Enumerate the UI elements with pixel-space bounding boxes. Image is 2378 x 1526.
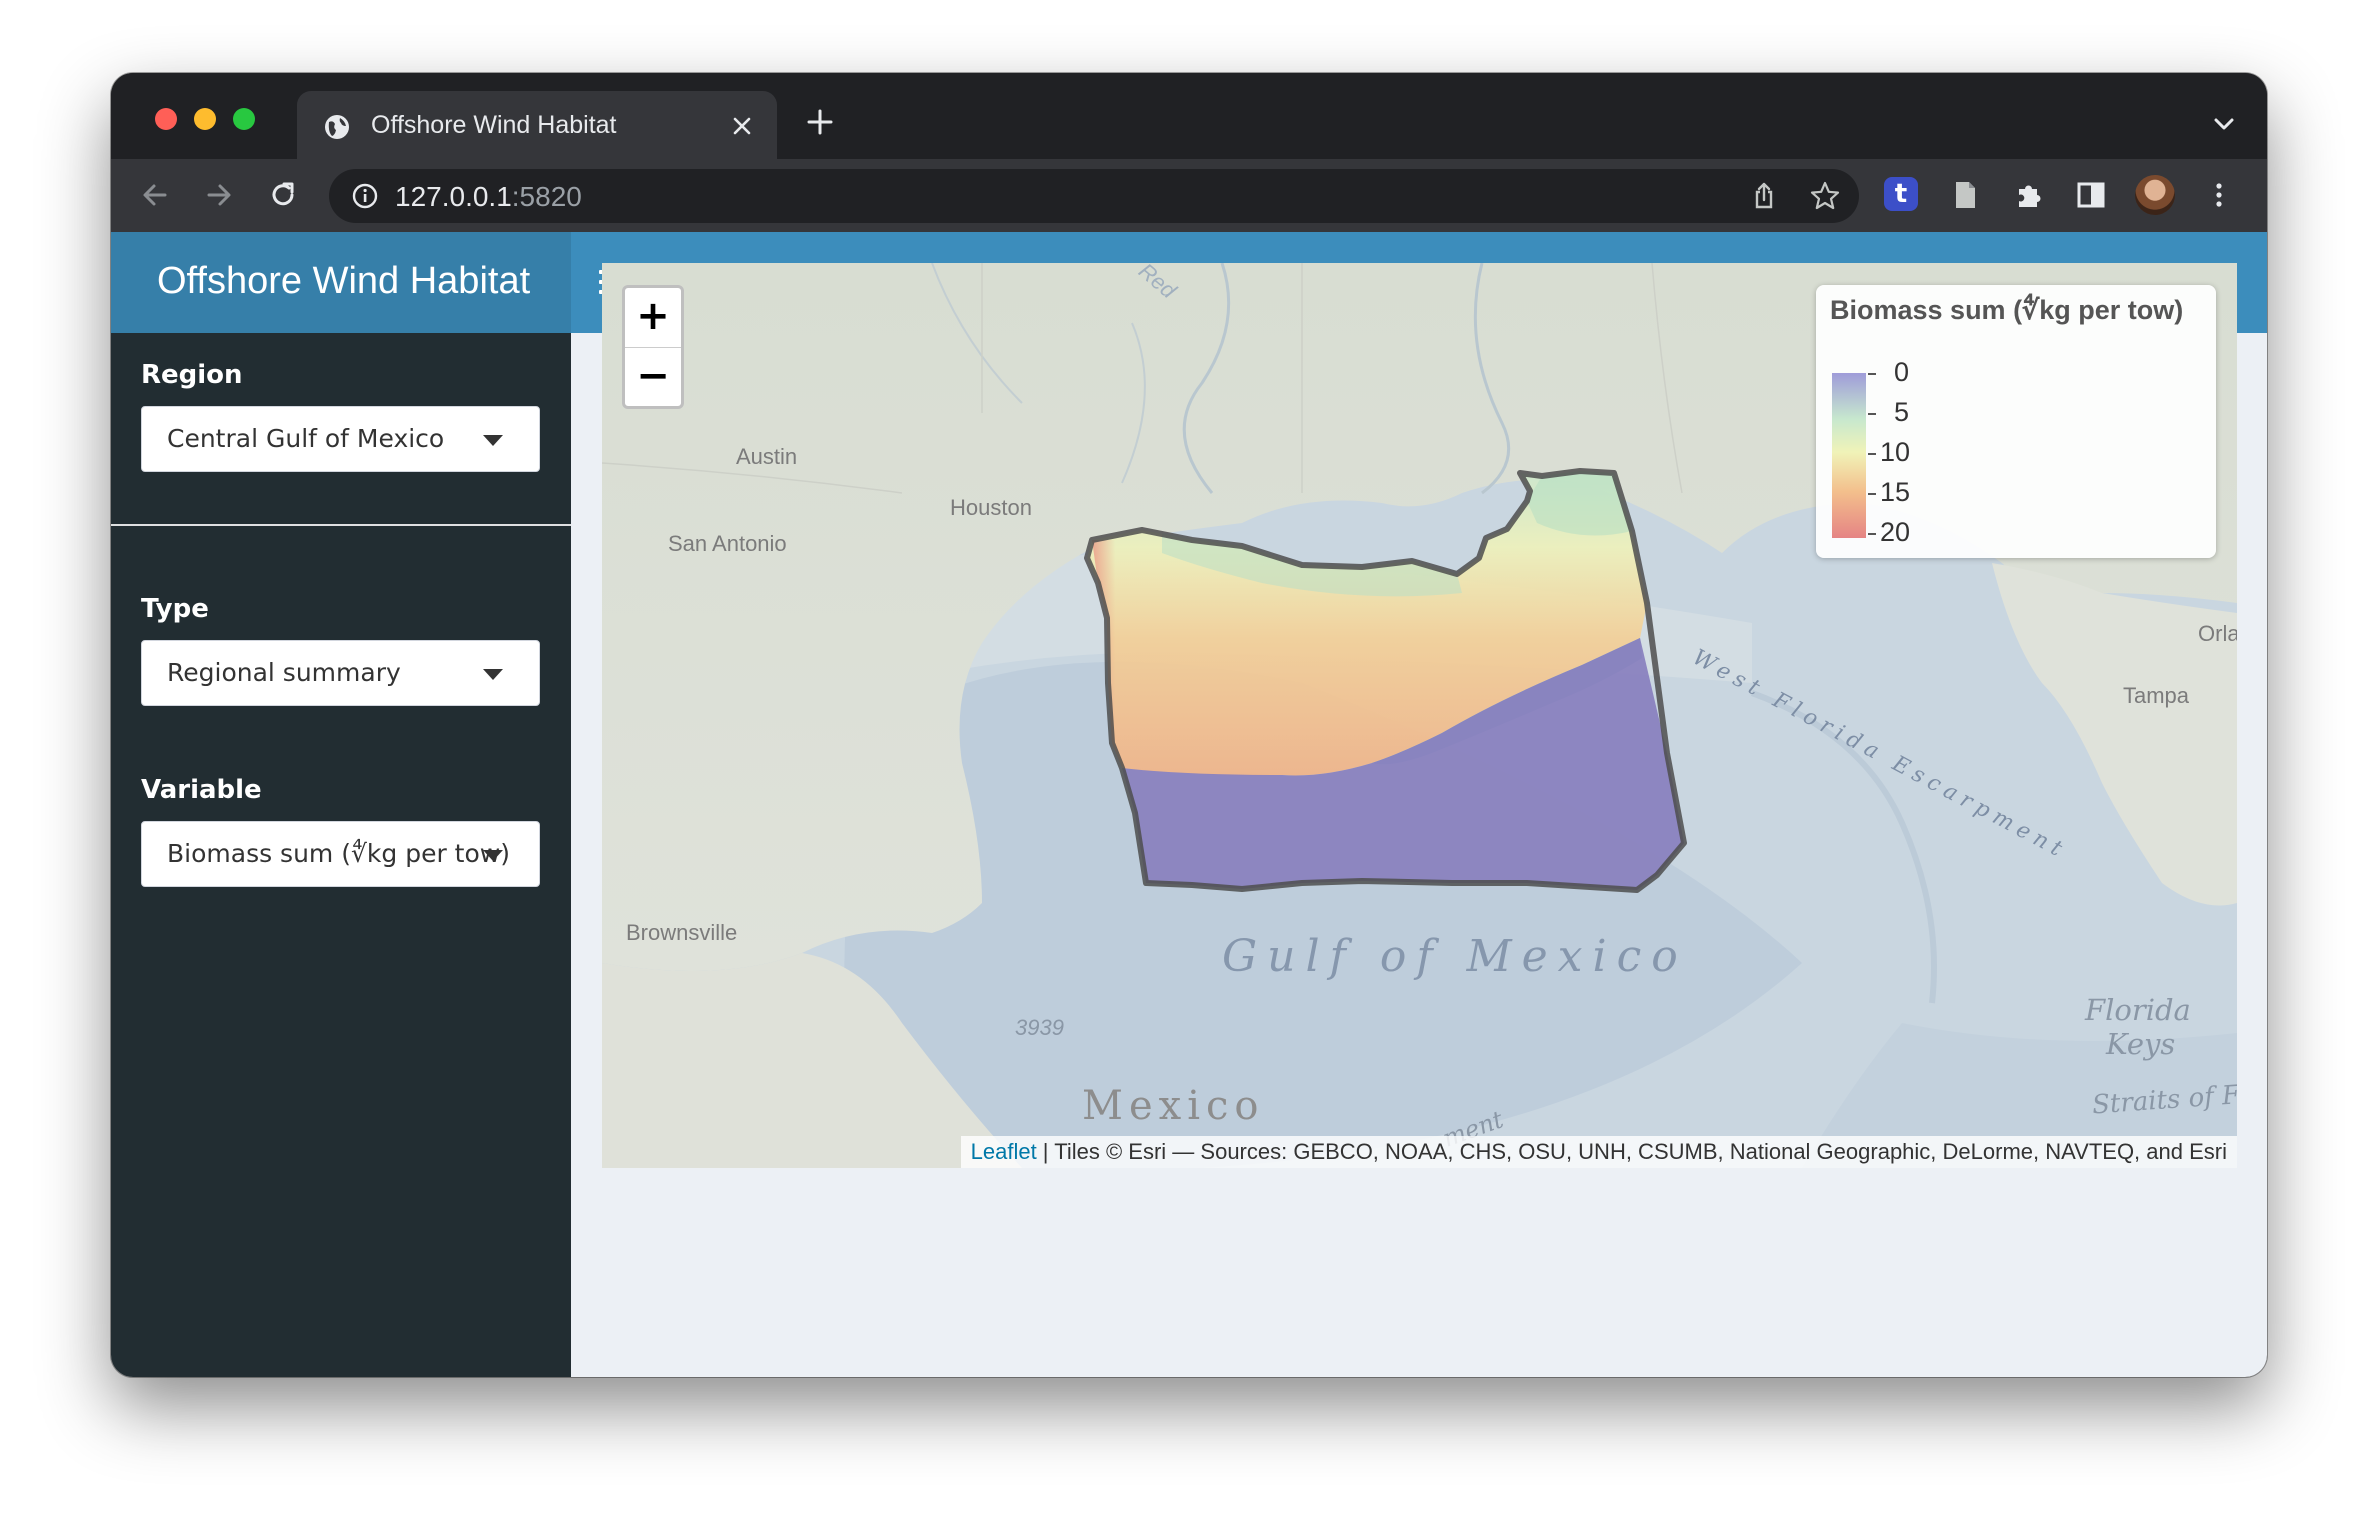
map-label-florida: Florida [2085, 993, 2191, 1027]
reload-icon[interactable] [267, 179, 299, 211]
zoom-out-button[interactable]: − [625, 348, 681, 406]
sidebar-divider [111, 524, 571, 526]
type-select[interactable]: Regional summary [141, 640, 540, 706]
sidebar: Region Central Gulf of Mexico Type Regio… [111, 333, 571, 1377]
variable-select[interactable]: Biomass sum (∜kg per tow) [141, 821, 540, 887]
legend-tick-label-0: 0 [1894, 357, 1910, 387]
map-attribution: Leaflet | Tiles © Esri — Sources: GEBCO,… [960, 1136, 2237, 1168]
close-window-button[interactable] [155, 108, 177, 130]
caret-down-icon [483, 850, 503, 861]
caret-down-icon [483, 669, 503, 680]
tab-offshore-wind-habitat[interactable]: Offshore Wind Habitat [297, 91, 777, 159]
legend-tick-label-15: 15 [1880, 477, 1911, 507]
map-label-mexico: Mexico [1082, 1083, 1265, 1129]
document-extension-icon[interactable] [1949, 179, 1981, 211]
type-select-value: Regional summary [167, 658, 401, 687]
legend-tick [1868, 373, 1876, 375]
zoom-in-button[interactable]: + [625, 288, 681, 348]
app-logo[interactable]: Offshore Wind Habitat [111, 232, 571, 333]
address-bar[interactable]: 127.0.0.1:5820 [329, 169, 1859, 223]
region-select-value: Central Gulf of Mexico [167, 424, 445, 453]
globe-icon [325, 115, 349, 139]
attribution-text: | Tiles © Esri — Sources: GEBCO, NOAA, C… [1036, 1139, 2227, 1164]
legend-color-bar [1832, 373, 1866, 538]
legend-tick [1868, 493, 1876, 495]
share-icon[interactable] [1749, 181, 1779, 211]
map-label-brownsville: Brownsville [626, 920, 738, 945]
type-label: Type [141, 594, 209, 624]
map-legend: Biomass sum (∜kg per tow) 0 5 10 15 20 [1816, 285, 2216, 558]
map-label-depth-3939: 3939 [1015, 1015, 1064, 1040]
profile-avatar[interactable] [2135, 175, 2175, 215]
more-menu-icon[interactable] [2203, 179, 2235, 211]
zoom-control: + − [622, 285, 684, 409]
legend-title: Biomass sum (∜kg per tow) [1830, 295, 2184, 325]
app-title: Offshore Wind Habitat [157, 260, 531, 302]
legend-tick-label-5: 5 [1894, 397, 1910, 427]
side-panel-icon[interactable] [2075, 179, 2107, 211]
tab-strip: Offshore Wind Habitat [111, 73, 2267, 159]
forward-arrow-icon[interactable] [203, 179, 235, 211]
caret-down-icon [483, 435, 503, 446]
close-tab-icon[interactable] [729, 113, 755, 139]
info-icon[interactable] [351, 182, 379, 210]
browser-window: Offshore Wind Habitat 127.0.0.1:5820 t O… [111, 73, 2267, 1377]
back-arrow-icon[interactable] [139, 179, 171, 211]
map-label-gulf-of-mexico: Gulf of Mexico [1222, 931, 1688, 982]
puzzle-extensions-icon[interactable] [2013, 179, 2045, 211]
browser-toolbar: 127.0.0.1:5820 t [111, 159, 2267, 232]
new-tab-icon[interactable] [805, 107, 835, 137]
url-port: :5820 [511, 181, 582, 212]
legend-tick [1868, 413, 1876, 415]
legend-tick-label-20: 20 [1880, 517, 1911, 547]
leaflet-link[interactable]: Leaflet [971, 1139, 1037, 1164]
chevron-down-icon[interactable] [2211, 111, 2237, 137]
tab-title: Offshore Wind Habitat [371, 111, 617, 139]
map-label-tampa: Tampa [2123, 683, 2190, 708]
region-label: Region [141, 360, 243, 390]
minimize-window-button[interactable] [194, 108, 216, 130]
legend-tick [1868, 533, 1876, 535]
map-label-san-antonio: San Antonio [668, 531, 787, 556]
region-select[interactable]: Central Gulf of Mexico [141, 406, 540, 472]
url-host: 127.0.0.1 [395, 181, 512, 212]
leaflet-map[interactable]: Austin Houston San Antonio Brownsville T… [602, 263, 2237, 1168]
url-text: 127.0.0.1:5820 [395, 181, 582, 213]
legend-tick [1868, 453, 1876, 455]
map-label-keys: Keys [2106, 1027, 2176, 1061]
extension-t-icon[interactable]: t [1884, 177, 1918, 211]
app-content: Offshore Wind Habitat Region Central Gul… [111, 232, 2267, 1377]
map-label-houston: Houston [950, 495, 1032, 520]
map-label-orlar: Orlar [2198, 621, 2237, 646]
bookmark-star-icon[interactable] [1809, 180, 1841, 212]
variable-select-value: Biomass sum (∜kg per tow) [167, 839, 510, 868]
maximize-window-button[interactable] [233, 108, 255, 130]
legend-tick-label-10: 10 [1880, 437, 1911, 467]
variable-label: Variable [141, 775, 262, 805]
map-label-austin: Austin [736, 444, 798, 469]
